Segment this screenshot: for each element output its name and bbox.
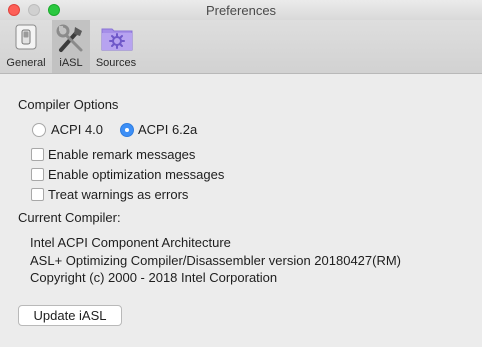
tab-sources-label: Sources: [95, 57, 137, 69]
compiler-info-line: Intel ACPI Component Architecture: [30, 235, 231, 250]
window-title: Preferences: [205, 3, 277, 18]
current-compiler-heading: Current Compiler:: [18, 210, 121, 225]
enable-remark-messages-label[interactable]: Enable remark messages: [48, 147, 195, 162]
tools-icon: [55, 23, 87, 58]
acpi-6-2a-label[interactable]: ACPI 6.2a: [138, 122, 197, 137]
title-bar: Preferences: [0, 0, 482, 20]
tab-iasl[interactable]: iASL: [52, 20, 90, 73]
update-iasl-button[interactable]: Update iASL: [18, 305, 122, 326]
tab-general[interactable]: General: [2, 20, 50, 73]
compiler-info-line: Copyright (c) 2000 - 2018 Intel Corporat…: [30, 270, 278, 285]
compiler-info-line: ASL+ Optimizing Compiler/Disassembler ve…: [30, 253, 402, 268]
compiler-options-heading: Compiler Options: [18, 97, 119, 112]
enable-remark-messages-checkbox[interactable]: [31, 148, 44, 161]
tab-sources[interactable]: Sources: [92, 20, 140, 73]
acpi-4-label[interactable]: ACPI 4.0: [51, 122, 103, 137]
acpi-6-2a-radio[interactable]: [120, 123, 134, 137]
enable-optimization-messages-checkbox[interactable]: [31, 168, 44, 181]
tab-general-label: General: [6, 57, 46, 69]
preferences-window: Preferences General iASL Sources Compile…: [0, 0, 482, 347]
acpi-4-radio[interactable]: [32, 123, 46, 137]
treat-warnings-as-errors-checkbox[interactable]: [31, 188, 44, 201]
switch-icon: [12, 23, 40, 54]
folder-gear-icon: [100, 23, 134, 56]
enable-optimization-messages-label[interactable]: Enable optimization messages: [48, 167, 224, 182]
treat-warnings-as-errors-label[interactable]: Treat warnings as errors: [48, 187, 188, 202]
preferences-toolbar: General iASL Sources: [0, 20, 482, 74]
tab-iasl-label: iASL: [59, 57, 83, 69]
